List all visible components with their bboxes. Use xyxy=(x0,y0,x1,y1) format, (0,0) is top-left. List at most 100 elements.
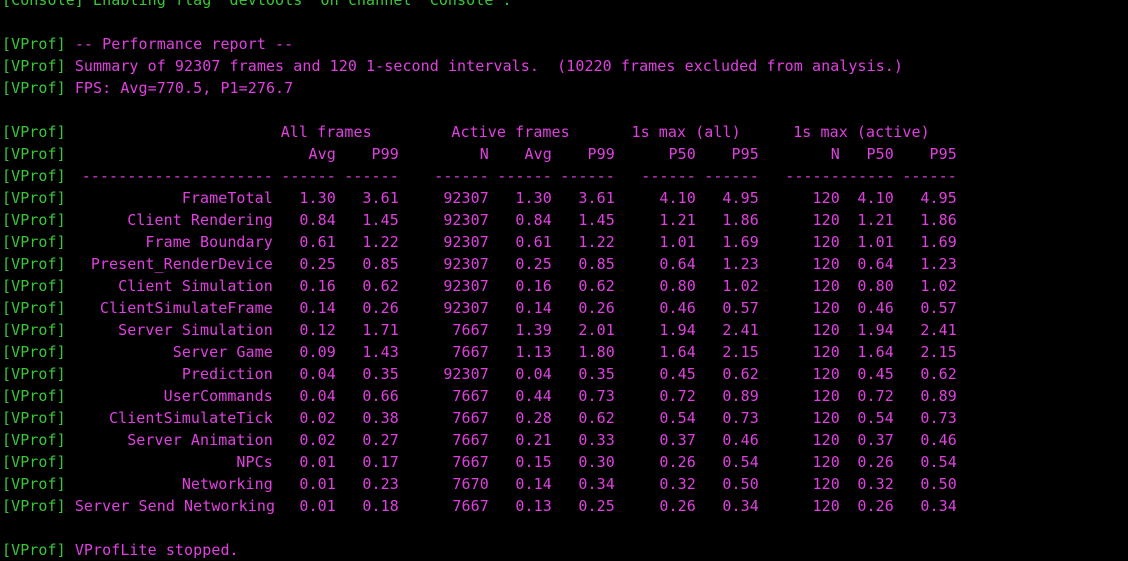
cell-avg: 0.01 xyxy=(299,475,336,493)
cell-n: 120 xyxy=(812,321,840,339)
cell-n: 120 xyxy=(812,409,840,427)
cell-p50: 1.01 xyxy=(857,233,894,251)
vprof-tag: [VProf] xyxy=(2,35,66,53)
cell-n: 120 xyxy=(812,475,840,493)
cell-avg: 1.30 xyxy=(515,189,552,207)
cell-n: 120 xyxy=(812,189,840,207)
vprof-tag: [VProf] xyxy=(2,167,66,185)
cell-p95: 1.69 xyxy=(920,233,957,251)
column-header: P50 xyxy=(668,145,696,163)
cell-p95: 2.41 xyxy=(920,321,957,339)
column-header: P95 xyxy=(731,145,759,163)
cell-p95: 1.23 xyxy=(722,255,759,273)
vprof-tag: [VProf] xyxy=(2,541,66,559)
cell-p99: 0.27 xyxy=(362,431,399,449)
table-row: [VProf] Server Simulation 0.12 1.71 7667 1.3… xyxy=(2,319,1126,341)
separator-cell: ------ xyxy=(785,167,840,185)
cell-n: 120 xyxy=(812,365,840,383)
cell-p95: 0.34 xyxy=(722,497,759,515)
cell-n: 120 xyxy=(812,453,840,471)
table-row: [VProf] Networking 0.01 0.23 7670 0.14 0.34 0.… xyxy=(2,473,1126,495)
cell-p50: 0.46 xyxy=(659,299,696,317)
cell-p50: 0.26 xyxy=(659,453,696,471)
cell-avg: 1.39 xyxy=(515,321,552,339)
cell-p50: 0.72 xyxy=(857,387,894,405)
cell-p95: 0.46 xyxy=(920,431,957,449)
cell-avg: 0.04 xyxy=(299,365,336,383)
vprof-tag: [VProf] xyxy=(2,299,66,317)
table-row: [VProf] Frame Boundary 0.61 1.22 92307 0.61 1… xyxy=(2,231,1126,253)
cell-p50: 1.21 xyxy=(857,211,894,229)
cell-p50: 0.54 xyxy=(659,409,696,427)
cell-p99: 0.35 xyxy=(362,365,399,383)
cell-avg: 0.21 xyxy=(515,431,552,449)
cell-p99: 0.26 xyxy=(362,299,399,317)
cell-p50: 0.26 xyxy=(857,453,894,471)
cell-p95: 0.73 xyxy=(920,409,957,427)
row-label: FrameTotal xyxy=(181,189,273,207)
cell-p50: 0.64 xyxy=(659,255,696,273)
column-header: P95 xyxy=(929,145,957,163)
row-label: Networking xyxy=(181,475,273,493)
cell-p95: 1.02 xyxy=(722,277,759,295)
cell-p99: 0.30 xyxy=(578,453,615,471)
console-line: [VProf] xyxy=(2,517,1126,539)
cell-avg: 0.16 xyxy=(299,277,336,295)
column-header: Avg xyxy=(524,145,552,163)
cell-avg: 0.01 xyxy=(299,497,336,515)
vprof-tag: [VProf] xyxy=(2,123,66,141)
table-row: [VProf] Present_RenderDevice 0.25 0.85 9230… xyxy=(2,253,1126,275)
console-line: [VProf] -- Performance report -- xyxy=(2,33,1126,55)
cell-p99: 3.61 xyxy=(362,189,399,207)
cell-p99: 0.62 xyxy=(362,277,399,295)
cell-n: 92307 xyxy=(443,189,489,207)
cell-p95: 0.57 xyxy=(920,299,957,317)
cell-p95: 0.89 xyxy=(722,387,759,405)
cell-n: 120 xyxy=(812,299,840,317)
cell-p50: 0.45 xyxy=(857,365,894,383)
cell-p50: 1.01 xyxy=(659,233,696,251)
cell-p50: 0.72 xyxy=(659,387,696,405)
cell-avg: 0.44 xyxy=(515,387,552,405)
cell-n: 92307 xyxy=(443,365,489,383)
cell-p99: 0.35 xyxy=(578,365,615,383)
separator-cell: ------ xyxy=(497,167,552,185)
cell-n: 120 xyxy=(812,233,840,251)
group-header-row: [VProf] All frames Active frames 1s max (al… xyxy=(2,121,1126,143)
cell-p95: 1.02 xyxy=(920,277,957,295)
vprof-tag: [VProf] xyxy=(2,475,66,493)
cell-p50: 0.46 xyxy=(857,299,894,317)
vprof-tag: [VProf] xyxy=(2,277,66,295)
column-header: N xyxy=(479,145,489,163)
separator-cell: ------ xyxy=(839,167,895,185)
cell-p99: 0.17 xyxy=(362,453,399,471)
row-label: Present_RenderDevice xyxy=(90,255,273,273)
cell-p95: 0.89 xyxy=(920,387,957,405)
cell-n: 92307 xyxy=(443,255,489,273)
cell-p95: 2.15 xyxy=(920,343,957,361)
cell-p95: 1.23 xyxy=(920,255,957,273)
separator-label: --------------------- xyxy=(81,167,273,185)
cell-n: 7667 xyxy=(452,497,489,515)
cell-avg: 0.01 xyxy=(299,453,336,471)
cell-p50: 0.45 xyxy=(659,365,696,383)
group-header-all-frames: All frames xyxy=(280,123,372,141)
column-header: P99 xyxy=(371,145,399,163)
separator-cell: ------ xyxy=(641,167,696,185)
cell-n: 120 xyxy=(812,277,840,295)
cell-p95: 0.62 xyxy=(920,365,957,383)
cell-p95: 0.57 xyxy=(722,299,759,317)
cell-p95: 0.34 xyxy=(920,497,957,515)
table-row: [VProf] UserCommands 0.04 0.66 7667 0.44 0.73… xyxy=(2,385,1126,407)
console-output[interactable]: [Console] Enabling flag 'devtools' on ch… xyxy=(2,0,1126,561)
cell-p50: 0.26 xyxy=(659,497,696,515)
separator-row: [VProf] --------------------- ------ -----… xyxy=(2,165,1126,187)
summary-text: Summary of 92307 frames and 120 1-second… xyxy=(74,57,903,75)
cell-p99: 0.73 xyxy=(578,387,615,405)
cell-n: 92307 xyxy=(443,211,489,229)
cell-p50: 1.64 xyxy=(659,343,696,361)
group-header-1s-max-active: 1s max (active) xyxy=(793,123,930,141)
cell-p95: 2.41 xyxy=(722,321,759,339)
cell-p95: 0.54 xyxy=(722,453,759,471)
separator-cell: ------ xyxy=(344,167,399,185)
